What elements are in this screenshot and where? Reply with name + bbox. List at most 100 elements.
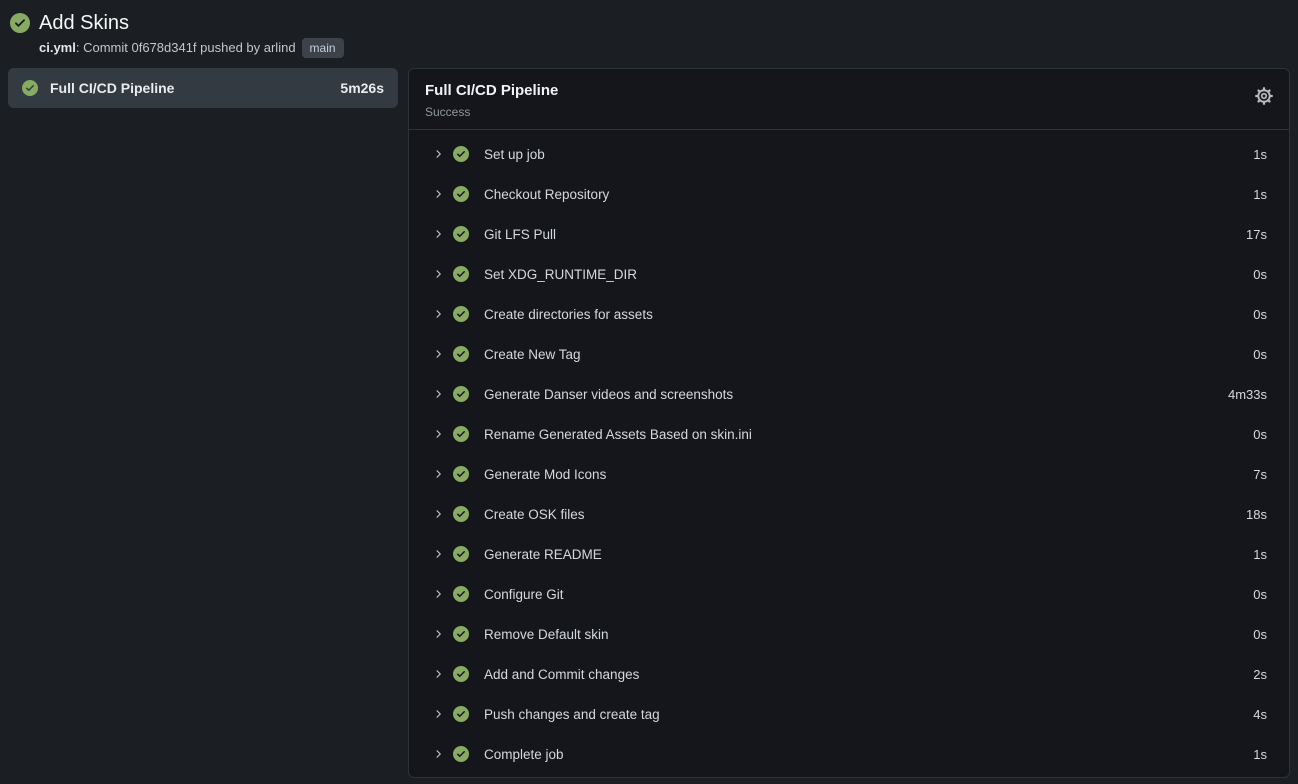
job-panel-title: Full CI/CD Pipeline bbox=[425, 81, 558, 101]
step-duration: 7s bbox=[1253, 467, 1267, 482]
commit-text: : Commit 0f678d341f pushed by arlind bbox=[76, 40, 296, 55]
job-name: Full CI/CD Pipeline bbox=[50, 80, 328, 96]
step-duration: 0s bbox=[1253, 427, 1267, 442]
step-success-check-circle-icon bbox=[453, 506, 469, 522]
job-panel-header: Full CI/CD Pipeline Success bbox=[409, 69, 1289, 130]
step-duration: 1s bbox=[1253, 547, 1267, 562]
step-name: Generate README bbox=[484, 547, 602, 562]
step-row[interactable]: Add and Commit changes 2s bbox=[409, 654, 1289, 694]
gear-icon[interactable] bbox=[1255, 87, 1273, 105]
step-duration: 1s bbox=[1253, 187, 1267, 202]
step-success-check-circle-icon bbox=[453, 666, 469, 682]
chevron-right-icon[interactable] bbox=[432, 748, 444, 760]
job-status-text: Success bbox=[425, 105, 558, 119]
step-duration: 0s bbox=[1253, 347, 1267, 362]
step-success-check-circle-icon bbox=[453, 706, 469, 722]
chevron-right-icon[interactable] bbox=[432, 388, 444, 400]
chevron-right-icon[interactable] bbox=[432, 668, 444, 680]
step-name: Create OSK files bbox=[484, 507, 585, 522]
workflow-file-link[interactable]: ci.yml bbox=[39, 40, 76, 55]
step-row[interactable]: Configure Git 0s bbox=[409, 574, 1289, 614]
step-name: Generate Mod Icons bbox=[484, 467, 606, 482]
chevron-right-icon[interactable] bbox=[432, 628, 444, 640]
step-duration: 1s bbox=[1253, 747, 1267, 762]
step-row[interactable]: Complete job 1s bbox=[409, 734, 1289, 774]
run-title: Add Skins bbox=[39, 10, 129, 36]
step-row[interactable]: Create directories for assets 0s bbox=[409, 294, 1289, 334]
actions-run-page: Add Skins ci.yml: Commit 0f678d341f push… bbox=[8, 8, 1290, 778]
steps-list: Set up job 1s Checkout Repository 1s Git… bbox=[409, 130, 1289, 778]
chevron-right-icon[interactable] bbox=[432, 708, 444, 720]
chevron-right-icon[interactable] bbox=[432, 148, 444, 160]
jobs-sidebar: Full CI/CD Pipeline 5m26s bbox=[8, 68, 398, 108]
job-duration: 5m26s bbox=[340, 80, 384, 96]
step-duration: 1s bbox=[1253, 147, 1267, 162]
run-header: Add Skins ci.yml: Commit 0f678d341f push… bbox=[8, 8, 1290, 58]
step-success-check-circle-icon bbox=[453, 466, 469, 482]
step-success-check-circle-icon bbox=[453, 186, 469, 202]
step-row[interactable]: Push changes and create tag 4s bbox=[409, 694, 1289, 734]
step-duration: 4s bbox=[1253, 707, 1267, 722]
step-row[interactable]: Generate Danser videos and screenshots 4… bbox=[409, 374, 1289, 414]
chevron-right-icon[interactable] bbox=[432, 348, 444, 360]
step-row[interactable]: Remove Default skin 0s bbox=[409, 614, 1289, 654]
step-name: Rename Generated Assets Based on skin.in… bbox=[484, 427, 752, 442]
job-detail-panel: Full CI/CD Pipeline Success Set up job 1… bbox=[408, 68, 1290, 778]
step-duration: 0s bbox=[1253, 267, 1267, 282]
step-row[interactable]: Rename Generated Assets Based on skin.in… bbox=[409, 414, 1289, 454]
step-name: Add and Commit changes bbox=[484, 667, 639, 682]
branch-badge[interactable]: main bbox=[302, 38, 344, 58]
step-row[interactable]: Generate README 1s bbox=[409, 534, 1289, 574]
step-success-check-circle-icon bbox=[453, 586, 469, 602]
step-row[interactable]: Generate Mod Icons 7s bbox=[409, 454, 1289, 494]
job-item-full-ci-cd-pipeline[interactable]: Full CI/CD Pipeline 5m26s bbox=[8, 68, 398, 108]
step-row[interactable]: Set XDG_RUNTIME_DIR 0s bbox=[409, 254, 1289, 294]
run-success-check-circle-icon bbox=[10, 13, 30, 33]
chevron-right-icon[interactable] bbox=[432, 308, 444, 320]
step-row[interactable]: Create New Tag 0s bbox=[409, 334, 1289, 374]
step-success-check-circle-icon bbox=[453, 306, 469, 322]
step-duration: 18s bbox=[1246, 507, 1267, 522]
run-content: Full CI/CD Pipeline 5m26s Full CI/CD Pip… bbox=[8, 68, 1290, 778]
step-success-check-circle-icon bbox=[453, 266, 469, 282]
step-duration: 0s bbox=[1253, 307, 1267, 322]
run-title-row: Add Skins bbox=[8, 8, 1290, 36]
step-duration: 17s bbox=[1246, 227, 1267, 242]
step-success-check-circle-icon bbox=[453, 626, 469, 642]
chevron-right-icon[interactable] bbox=[432, 228, 444, 240]
chevron-right-icon[interactable] bbox=[432, 548, 444, 560]
step-success-check-circle-icon bbox=[453, 346, 469, 362]
chevron-right-icon[interactable] bbox=[432, 428, 444, 440]
step-success-check-circle-icon bbox=[453, 226, 469, 242]
chevron-right-icon[interactable] bbox=[432, 188, 444, 200]
job-success-check-circle-icon bbox=[22, 80, 38, 96]
step-row[interactable]: Create OSK files 18s bbox=[409, 494, 1289, 534]
step-row[interactable]: Checkout Repository 1s bbox=[409, 174, 1289, 214]
step-name: Configure Git bbox=[484, 587, 564, 602]
step-duration: 2s bbox=[1253, 667, 1267, 682]
step-success-check-circle-icon bbox=[453, 746, 469, 762]
step-name: Push changes and create tag bbox=[484, 707, 660, 722]
step-row[interactable]: Git LFS Pull 17s bbox=[409, 214, 1289, 254]
step-name: Set up job bbox=[484, 147, 545, 162]
step-name: Create directories for assets bbox=[484, 307, 653, 322]
step-duration: 0s bbox=[1253, 587, 1267, 602]
step-duration: 0s bbox=[1253, 627, 1267, 642]
chevron-right-icon[interactable] bbox=[432, 468, 444, 480]
step-success-check-circle-icon bbox=[453, 546, 469, 562]
job-panel-titles: Full CI/CD Pipeline Success bbox=[425, 81, 558, 119]
step-name: Git LFS Pull bbox=[484, 227, 556, 242]
step-name: Complete job bbox=[484, 747, 564, 762]
step-name: Set XDG_RUNTIME_DIR bbox=[484, 267, 637, 282]
step-name: Remove Default skin bbox=[484, 627, 609, 642]
chevron-right-icon[interactable] bbox=[432, 268, 444, 280]
chevron-right-icon[interactable] bbox=[432, 588, 444, 600]
step-success-check-circle-icon bbox=[453, 146, 469, 162]
step-row[interactable]: Set up job 1s bbox=[409, 134, 1289, 174]
step-name: Checkout Repository bbox=[484, 187, 609, 202]
step-duration: 4m33s bbox=[1228, 387, 1267, 402]
step-name: Create New Tag bbox=[484, 347, 581, 362]
chevron-right-icon[interactable] bbox=[432, 508, 444, 520]
step-name: Generate Danser videos and screenshots bbox=[484, 387, 733, 402]
step-success-check-circle-icon bbox=[453, 386, 469, 402]
